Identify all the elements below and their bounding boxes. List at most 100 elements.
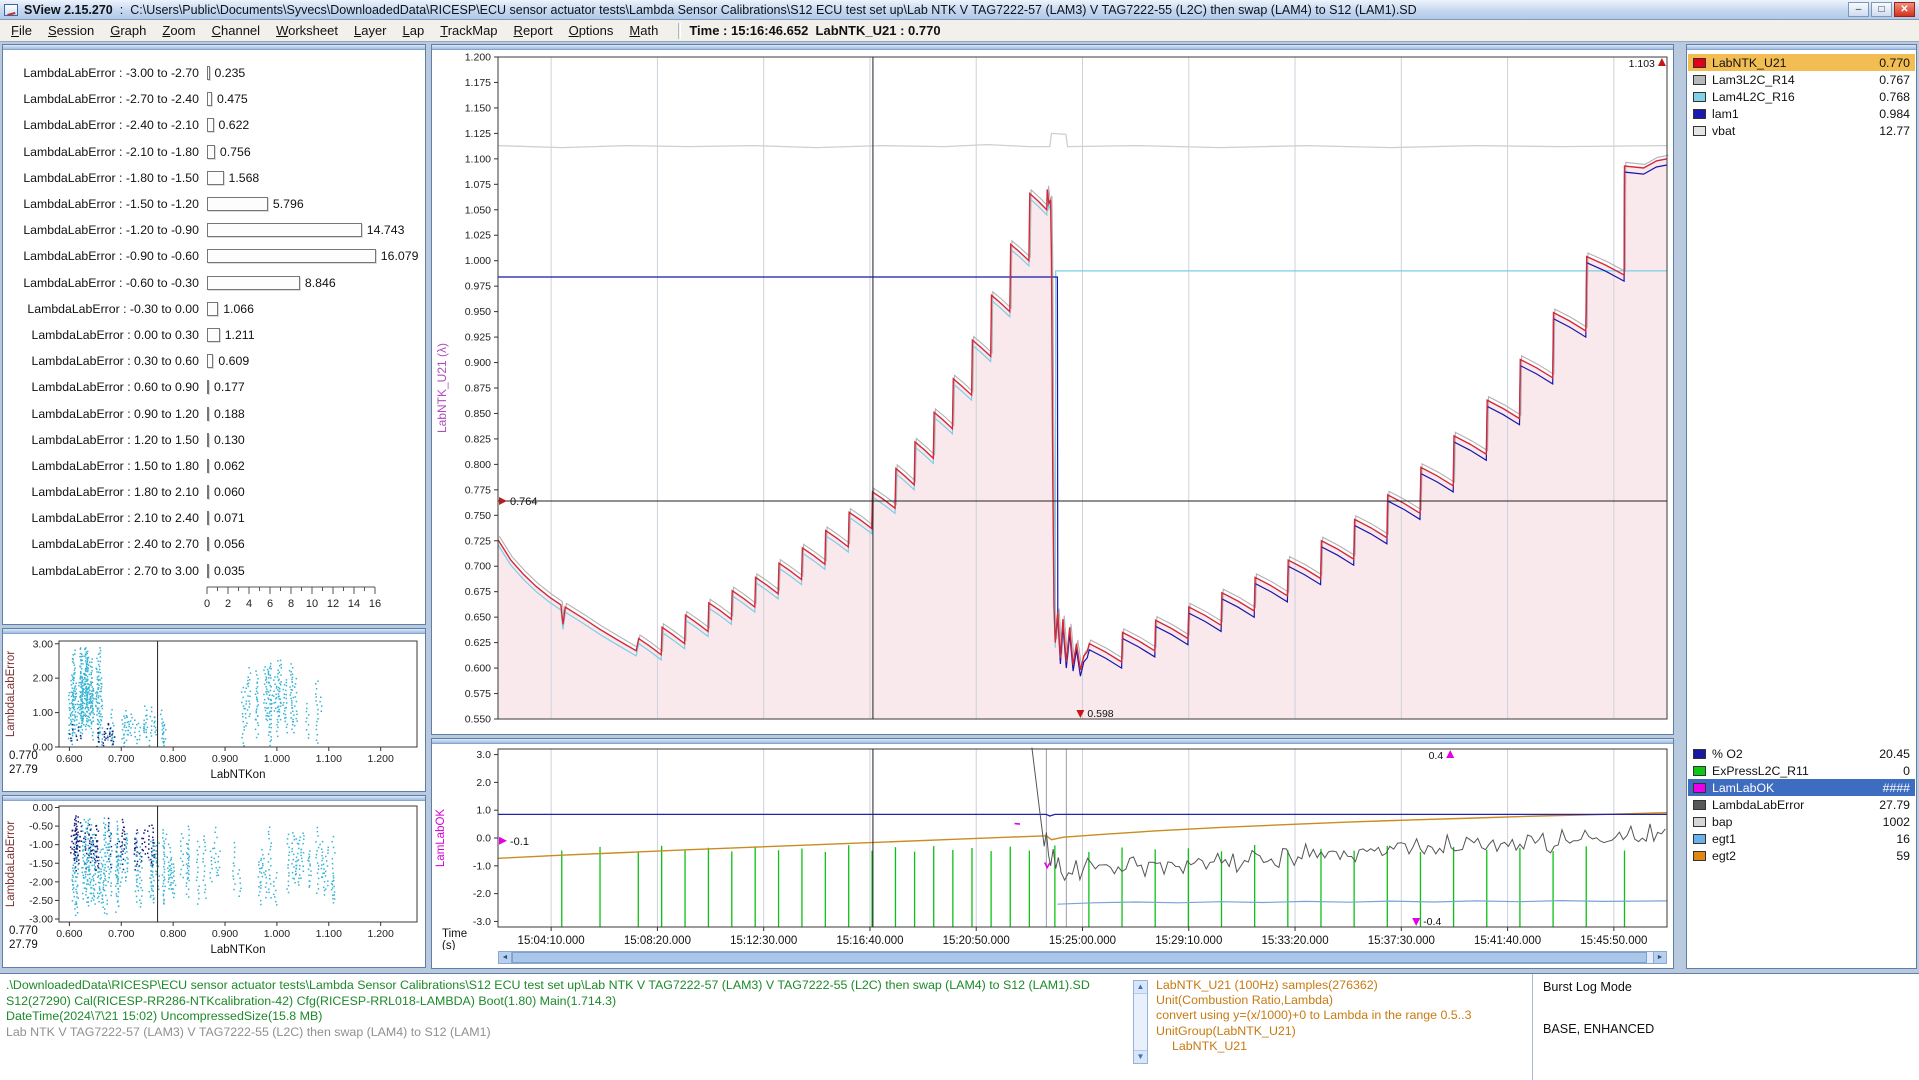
scrollbar-track[interactable] (512, 952, 1653, 963)
channel-row-labntk-u21[interactable]: LabNTK_U210.770 (1688, 54, 1915, 71)
menu-item-math[interactable]: Math (621, 21, 666, 40)
log-mode-value: BASE, ENHANCED (1543, 1022, 1654, 1036)
svg-text:0.925: 0.925 (465, 332, 491, 344)
svg-text:-2.0: -2.0 (473, 888, 491, 900)
main-chart-plot[interactable]: 0.5500.5750.6000.6250.6500.6750.7000.725… (432, 51, 1674, 734)
scatter-plot-negative[interactable]: 0.6000.7000.8000.9001.0001.1001.2000.00-… (3, 802, 425, 968)
histogram-row-label: LambdaLabError : -2.40 to -2.10 (3, 118, 199, 132)
channel-row-lam3l2c-r14[interactable]: Lam3L2C_R140.767 (1688, 71, 1915, 88)
channel-name: Lam3L2C_R14 (1712, 73, 1879, 87)
title-separator: : (120, 3, 123, 17)
channel-row-lamlabok[interactable]: LamLabOK#### (1688, 779, 1915, 796)
histogram-row: LambdaLabError : -2.40 to -2.100.622 (3, 112, 425, 138)
channel-color-swatch (1693, 783, 1706, 793)
svg-text:0.975: 0.975 (465, 281, 491, 293)
bottom-chart-plot[interactable]: 3.02.01.00.0-1.0-2.0-3.0-0.10.4-0.415:04… (432, 745, 1674, 950)
scroll-up-arrow-icon[interactable]: ▲ (1137, 981, 1145, 993)
histogram-bar (207, 537, 209, 551)
scrollbar-thumb[interactable] (512, 952, 1647, 963)
panel-header[interactable] (432, 739, 1673, 744)
histogram-bar (207, 276, 300, 290)
channel-color-swatch (1693, 800, 1706, 810)
scroll-down-arrow-icon[interactable]: ▼ (1137, 1051, 1145, 1063)
menu-item-file[interactable]: File (3, 21, 40, 40)
menu-item-worksheet[interactable]: Worksheet (268, 21, 346, 40)
histogram-row-label: LambdaLabError : 1.50 to 1.80 (3, 459, 199, 473)
histogram-bar (207, 197, 268, 211)
title-bar[interactable]: SView 2.15.270 : C:\Users\Public\Documen… (0, 0, 1919, 20)
histogram-row: LambdaLabError : 0.30 to 0.600.609 (3, 348, 425, 374)
scatter_error_neg-plot[interactable]: 0.6000.7000.8000.9001.0001.1001.2000.00-… (3, 802, 425, 968)
svg-text:14: 14 (348, 598, 360, 610)
menu-item-channel[interactable]: Channel (204, 21, 268, 40)
maximize-button[interactable]: □ (1871, 2, 1892, 17)
channel-row-vbat[interactable]: vbat12.77 (1688, 122, 1915, 139)
channel-row-lambdalaberror[interactable]: LambdaLabError27.79 (1688, 796, 1915, 813)
scroll-right-arrow-icon[interactable]: ► (1653, 952, 1666, 963)
channel-row-egt2[interactable]: egt259 (1688, 847, 1915, 864)
panel-header[interactable] (3, 796, 425, 801)
main-chart-panel: 0.5500.5750.6000.6250.6500.6750.7000.725… (431, 44, 1674, 735)
histogram-row-label: LambdaLabError : 0.30 to 0.60 (3, 354, 199, 368)
scroll-left-arrow-icon[interactable]: ◄ (499, 952, 512, 963)
scatter-plot-positive[interactable]: 0.6000.7000.8000.9001.0001.1001.2000.001… (3, 635, 425, 792)
svg-text:0.700: 0.700 (108, 928, 134, 940)
scatter_error_pos-plot[interactable]: 0.6000.7000.8000.9001.0001.1001.2000.001… (3, 635, 425, 792)
horizontal-scrollbar[interactable]: ◄ ► (498, 951, 1667, 964)
channel-row-bap[interactable]: bap1002 (1688, 813, 1915, 830)
menu-item-trackmap[interactable]: TrackMap (432, 21, 505, 40)
svg-text:2.00: 2.00 (33, 673, 54, 685)
histogram-value: 0.062 (214, 459, 245, 473)
min-marker-label: 0.598 (1087, 708, 1113, 720)
channel-row-lam4l2c-r16[interactable]: Lam4L2C_R160.768 (1688, 88, 1915, 105)
menu-separator (678, 23, 681, 39)
close-button[interactable]: ✕ (1894, 2, 1915, 17)
histogram-row-label: LambdaLabError : 2.40 to 2.70 (3, 537, 199, 551)
channel-info-line: LabNTK_U21 (1156, 1039, 1471, 1054)
menu-item-layer[interactable]: Layer (346, 21, 395, 40)
menu-item-lap[interactable]: Lap (395, 21, 433, 40)
menu-item-options[interactable]: Options (561, 21, 622, 40)
histogram-bar (207, 485, 209, 499)
histogram-bar (207, 328, 220, 342)
channel-row-lam1[interactable]: lam10.984 (1688, 105, 1915, 122)
main-chart[interactable]: 0.5500.5750.6000.6250.6500.6750.7000.725… (432, 51, 1674, 735)
histogram-bar (207, 118, 214, 132)
histogram-bar (207, 380, 209, 394)
menu-item-graph[interactable]: Graph (102, 21, 154, 40)
svg-text:1.025: 1.025 (465, 230, 491, 242)
histogram-row: LambdaLabError : 1.80 to 2.100.060 (3, 479, 425, 505)
cursor-y-readout: 27.79 (9, 764, 38, 776)
histogram-value: 0.177 (214, 380, 245, 394)
menu-item-zoom[interactable]: Zoom (154, 21, 203, 40)
svg-text:-1.00: -1.00 (29, 839, 53, 851)
menu-item-session[interactable]: Session (40, 21, 102, 40)
histogram-row: LambdaLabError : 1.20 to 1.500.130 (3, 427, 425, 453)
histogram-value: 0.235 (215, 66, 246, 80)
bottom-chart[interactable]: 3.02.01.00.0-1.0-2.0-3.0-0.10.4-0.415:04… (432, 745, 1674, 955)
cursor-x-readout: 0.770 (9, 750, 38, 762)
minimize-button[interactable]: – (1848, 2, 1869, 17)
channel-list-panel: LabNTK_U210.770Lam3L2C_R140.767Lam4L2C_R… (1686, 44, 1917, 969)
histogram-value: 16.079 (381, 249, 419, 263)
channel-info-scrollbar[interactable]: ▲ ▼ (1133, 980, 1148, 1064)
panel-header[interactable] (432, 45, 1673, 50)
channel-value: 0 (1903, 764, 1910, 778)
svg-text:0.800: 0.800 (160, 928, 186, 940)
menu-item-report[interactable]: Report (506, 21, 561, 40)
panel-header[interactable] (1687, 45, 1916, 50)
panel-header[interactable] (3, 629, 425, 634)
min-marker-label: -0.4 (1423, 916, 1441, 928)
main-chart-channel-list: LabNTK_U210.770Lam3L2C_R140.767Lam4L2C_R… (1688, 54, 1915, 139)
svg-text:0.775: 0.775 (465, 484, 491, 496)
histogram-row: LambdaLabError : 0.90 to 1.200.188 (3, 400, 425, 426)
scatter-plot-negative-panel: 0.6000.7000.8000.9001.0001.1001.2000.00-… (2, 795, 426, 968)
histogram-value: 5.796 (273, 197, 304, 211)
channel-row-egt1[interactable]: egt116 (1688, 830, 1915, 847)
svg-text:0.700: 0.700 (108, 753, 134, 765)
channel-row-expressl2c-r11[interactable]: ExPressL2C_R110 (1688, 762, 1915, 779)
channel-row--o2[interactable]: % O220.45 (1688, 745, 1915, 762)
histogram-row: LambdaLabError : -0.30 to 0.001.066 (3, 296, 425, 322)
mini-scrollbar-track[interactable] (1134, 993, 1147, 1051)
svg-text:3.0: 3.0 (476, 749, 491, 761)
